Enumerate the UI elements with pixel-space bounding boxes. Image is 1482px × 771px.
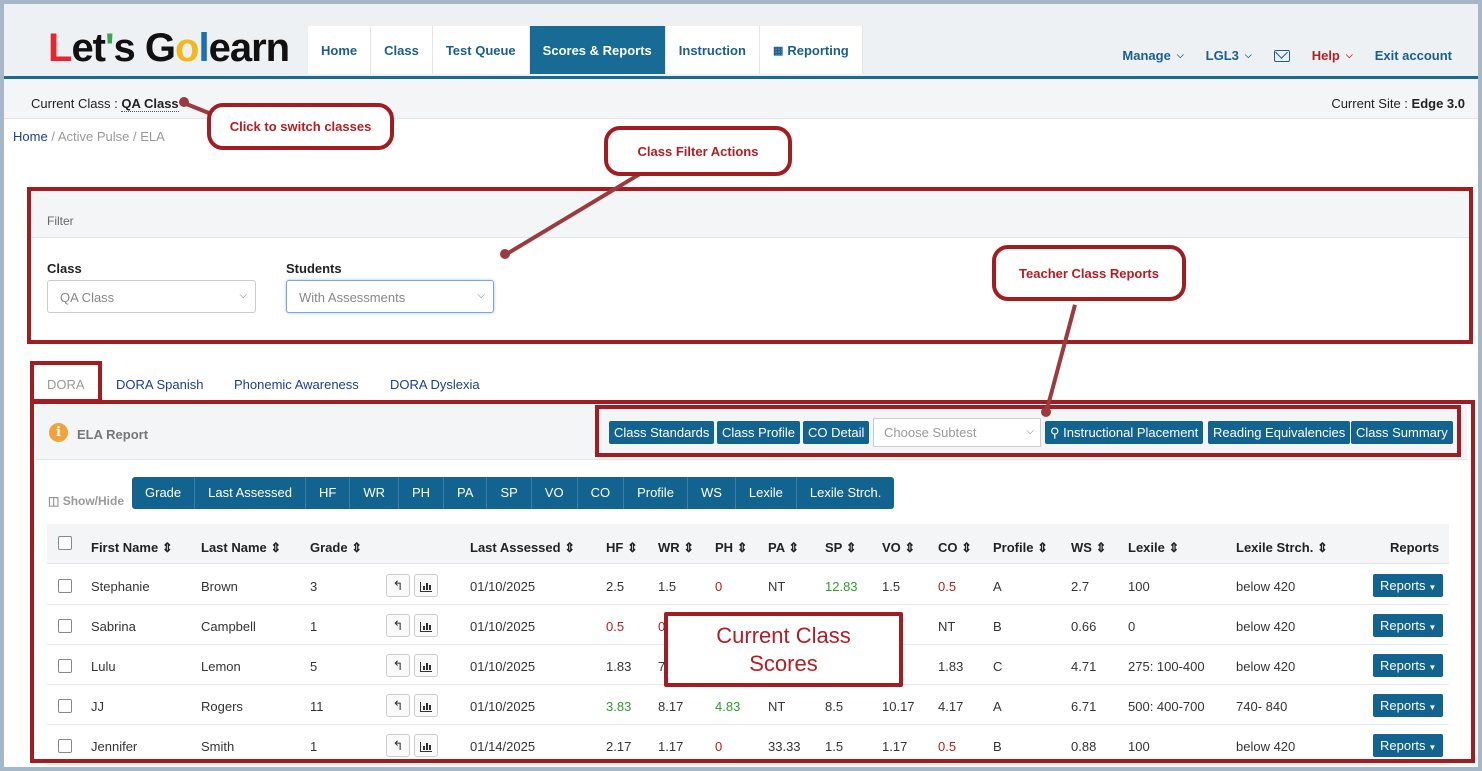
current-class-switcher[interactable]: QA Class [121,96,179,112]
breadcrumb-active-pulse: Active Pulse [57,129,130,144]
help-label: Help [1311,48,1340,63]
callout-switch-classes: Click to switch classes [207,103,394,150]
callout-teacher-reports: Teacher Class Reports [992,245,1186,301]
right-nav: Manage ⌵ LGL3 ⌵ Help ⌵ Exit account [1100,48,1452,63]
nav-scores-reports[interactable]: Scores & Reports [529,26,666,74]
breadcrumb-separator: / [51,129,55,144]
current-site-value: Edge 3.0 [1411,96,1465,111]
reports-annotation-box [595,405,1461,457]
current-site: Current Site : Edge 3.0 [1331,96,1465,111]
tab-phonemic-awareness[interactable]: Phonemic Awareness [234,377,359,392]
nav-reporting-label: Reporting [787,42,849,58]
help-menu[interactable]: Help ⌵ [1312,48,1353,63]
chevron-down-icon: ⌵ [1176,50,1184,60]
current-site-label: Current Site : [1331,96,1408,111]
main-nav: Home Class Test Queue Scores & Reports I… [308,26,863,74]
callout-current-scores: Current Class Scores [664,612,903,687]
logo-letter: s G [113,26,176,70]
logo-letter: ' [105,26,114,70]
nav-reporting[interactable]: ▦ Reporting [759,26,863,74]
mail-icon [1273,49,1290,62]
breadcrumb-ela: ELA [140,129,165,144]
logo-letter: earn [208,26,290,70]
manage-label: Manage [1122,48,1171,63]
tab-dora-dyslexia[interactable]: DORA Dyslexia [390,377,480,392]
callout-filter-actions: Class Filter Actions [604,126,792,176]
logo-letter: l [198,26,209,70]
nav-class[interactable]: Class [371,26,433,74]
chevron-down-icon: ⌵ [1345,50,1353,60]
tab-dora-spanish[interactable]: DORA Spanish [116,377,203,392]
nav-test-queue[interactable]: Test Queue [432,26,530,74]
logo-letter: o [175,26,199,70]
nav-home[interactable]: Home [308,26,372,74]
user-label: LGL3 [1205,48,1239,63]
filter-annotation-box [27,187,1473,344]
breadcrumb-home[interactable]: Home [13,129,48,144]
top-header: Let's Golearn Home Class Test Queue Scor… [4,4,1478,76]
nav-instruction[interactable]: Instruction [665,26,760,74]
manage-menu[interactable]: Manage ⌵ [1122,48,1183,63]
logo-letter: L [48,26,72,70]
app-frame: Let's Golearn Home Class Test Queue Scor… [4,4,1478,767]
breadcrumb: Home / Active Pulse / ELA [13,129,165,144]
breadcrumb-separator: / [133,129,137,144]
user-menu[interactable]: LGL3 ⌵ [1206,48,1252,63]
messages-button[interactable] [1273,49,1290,62]
grid-icon: ▦ [772,44,784,57]
chevron-down-icon: ⌵ [1244,50,1252,60]
lets-go-learn-logo[interactable]: Let's Golearn [48,26,290,70]
exit-account-link[interactable]: Exit account [1375,48,1452,63]
logo-letter: et [71,26,106,70]
dora-tab-annotation-box [30,361,102,403]
current-class-label: Current Class : [31,96,118,111]
current-class: Current Class : QA Class [31,96,179,112]
